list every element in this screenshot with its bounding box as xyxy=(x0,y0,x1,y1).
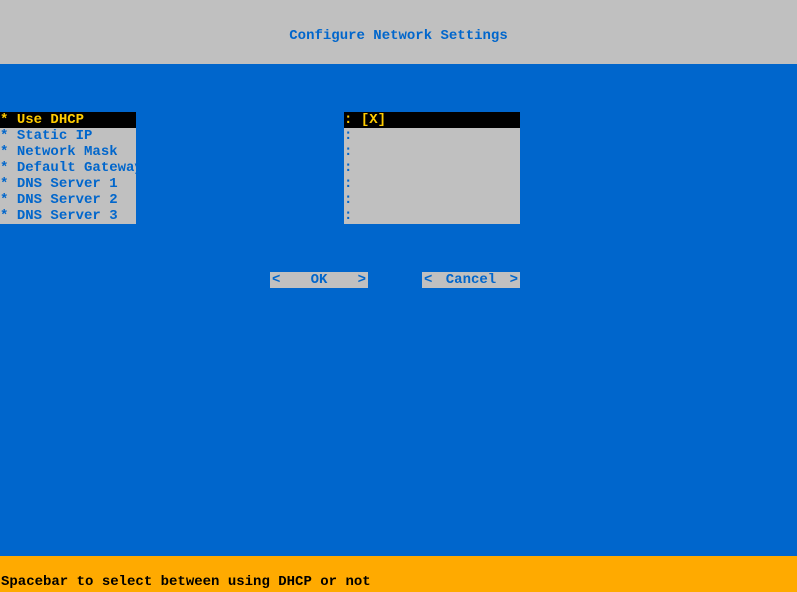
menu-item-label: DNS Server 3 xyxy=(17,208,118,224)
colon-icon: : xyxy=(344,144,352,160)
menu-item-label: Default Gateway xyxy=(17,160,143,176)
cancel-button[interactable]: < Cancel > xyxy=(422,272,520,288)
header: Configure Network Settings xyxy=(0,0,797,64)
value-item-static-ip[interactable]: : xyxy=(344,128,520,144)
page-title: Configure Network Settings xyxy=(289,20,507,44)
marker-icon: * xyxy=(0,112,8,128)
marker-icon: * xyxy=(0,160,8,176)
value-item-dns-server-2[interactable]: : xyxy=(344,192,520,208)
menu-item-dns-server-1[interactable]: * DNS Server 1 xyxy=(0,176,136,192)
ok-button-label: OK xyxy=(311,272,328,288)
menu-item-default-gateway[interactable]: * Default Gateway xyxy=(0,160,136,176)
colon-icon: : xyxy=(344,128,352,144)
bracket-right-icon: > xyxy=(510,272,518,288)
menu-list: * Use DHCP * Static IP * Network Mask * … xyxy=(0,112,136,224)
bracket-left-icon: < xyxy=(272,272,280,288)
marker-icon: * xyxy=(0,144,8,160)
main-area: * Use DHCP * Static IP * Network Mask * … xyxy=(0,64,797,556)
cancel-button-label: Cancel xyxy=(446,272,496,288)
colon-icon: : xyxy=(344,192,352,208)
footer-hint: Spacebar to select between using DHCP or… xyxy=(1,574,371,590)
value-item-default-gateway[interactable]: : xyxy=(344,160,520,176)
ok-button[interactable]: < OK > xyxy=(270,272,368,288)
bracket-left-icon: < xyxy=(424,272,432,288)
menu-item-dns-server-3[interactable]: * DNS Server 3 xyxy=(0,208,136,224)
marker-icon: * xyxy=(0,208,8,224)
menu-item-label: Static IP xyxy=(17,128,93,144)
marker-icon: * xyxy=(0,176,8,192)
colon-icon: : xyxy=(344,176,352,192)
value-item-dns-server-1[interactable]: : xyxy=(344,176,520,192)
bracket-right-icon: > xyxy=(358,272,366,288)
menu-item-label: Use DHCP xyxy=(17,112,84,128)
menu-item-use-dhcp[interactable]: * Use DHCP xyxy=(0,112,136,128)
menu-item-network-mask[interactable]: * Network Mask xyxy=(0,144,136,160)
menu-item-label: Network Mask xyxy=(17,144,118,160)
menu-item-dns-server-2[interactable]: * DNS Server 2 xyxy=(0,192,136,208)
colon-icon: : xyxy=(344,208,352,224)
marker-icon: * xyxy=(0,128,8,144)
value-item-dns-server-3[interactable]: : xyxy=(344,208,520,224)
marker-icon: * xyxy=(0,192,8,208)
value-item-value: [X] xyxy=(361,112,386,128)
menu-item-label: DNS Server 2 xyxy=(17,192,118,208)
footer: Spacebar to select between using DHCP or… xyxy=(0,556,797,592)
menu-item-static-ip[interactable]: * Static IP xyxy=(0,128,136,144)
value-list: : [X] : : : : : : xyxy=(344,112,520,224)
value-item-network-mask[interactable]: : xyxy=(344,144,520,160)
colon-icon: : xyxy=(344,112,352,128)
colon-icon: : xyxy=(344,160,352,176)
value-item-use-dhcp[interactable]: : [X] xyxy=(344,112,520,128)
menu-item-label: DNS Server 1 xyxy=(17,176,118,192)
